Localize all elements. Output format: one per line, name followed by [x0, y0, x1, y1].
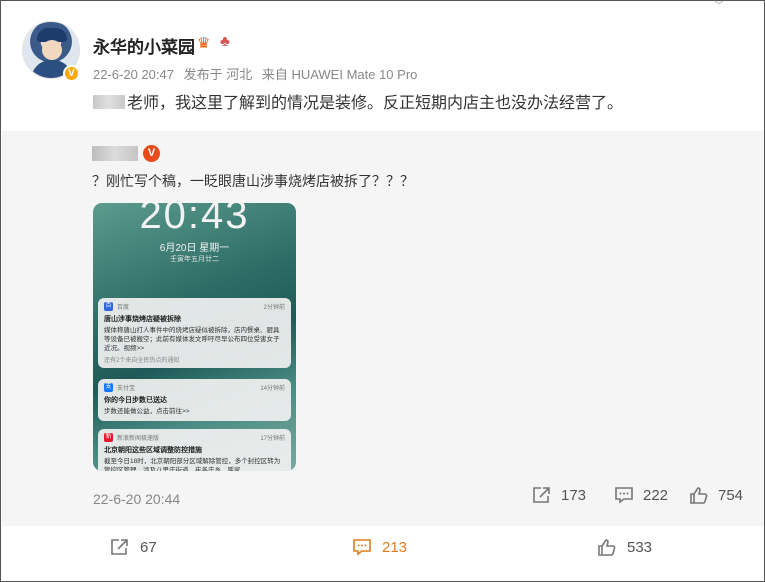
lockscreen-date: 6月20日 星期一	[159, 243, 230, 254]
reposted-content[interactable]: V ？刚忙写个稿，一眨眼唐山涉事烧烤店被拆了？？？ 20:43 6月20日 星期…	[2, 131, 764, 526]
share-count: 173	[561, 486, 587, 504]
post-source: 来自 HUAWEI Mate 10 Pro	[261, 67, 418, 82]
like-count: 754	[718, 486, 744, 504]
repost-verified-icon: V	[143, 145, 160, 162]
repost-timestamp[interactable]: 22-6-20 20:44	[93, 491, 180, 507]
post-meta: 22-6-20 20:47 发布于 河北 来自 HUAWEI Mate 10 P…	[93, 64, 423, 83]
share-count: 67	[140, 538, 157, 556]
lockscreen-image[interactable]: 20:43 6月20日 星期一 壬寅年五月廿二 百 百度 2分钟前 唐山涉事烧烤…	[93, 203, 296, 471]
notification-baidu: 百 百度 2分钟前 唐山涉事烧烤店疑被拆除 媒体称唐山打人事件中的烧烤店疑似被拆…	[98, 298, 291, 368]
like-count: 533	[627, 538, 653, 556]
repost-share-button[interactable]: 173	[532, 486, 586, 504]
thumbs-up-icon	[598, 539, 616, 556]
notification-body: 媒体称唐山打人事件中的烧烤店疑似被拆除，店内餐桌、厨具等设备已被搬空；此前有媒体…	[104, 327, 280, 352]
redacted-name	[93, 95, 125, 109]
lockscreen-time: 20:43	[139, 203, 250, 237]
notification-app: 新浪新闻极速版	[117, 436, 160, 442]
comment-count: 213	[382, 538, 408, 556]
repost-like-button[interactable]: 754	[689, 486, 743, 504]
comment-icon	[353, 539, 371, 556]
post-date[interactable]: 22-6-20 20:47	[93, 67, 174, 82]
post-username[interactable]: 永华的小菜园	[93, 33, 195, 58]
tree-badge-icon[interactable]: ♣	[220, 33, 230, 50]
notification-title: 你的今日步数已送达	[104, 397, 167, 404]
avatar-face	[42, 40, 62, 60]
post-text: 老师，我这里了解到的情况是装修。反正短期内店主也没办法经营了。	[127, 95, 624, 112]
notification-body: 步数还能做公益，点击前往>>	[104, 408, 190, 415]
comment-button[interactable]: 213	[352, 538, 407, 556]
lockscreen-lunar-date: 壬寅年五月廿二	[170, 256, 219, 263]
comment-icon	[615, 487, 633, 504]
weibo-post-card: ﹀ V 永华的小菜园 ♛ ♣ 22-6-20 20:47 发布于 河北 来自 H…	[0, 0, 765, 582]
notification-time: 2分钟前	[263, 305, 285, 311]
notification-app: 百度	[117, 305, 130, 311]
thumbs-up-icon	[690, 487, 708, 504]
post-body: 老师，我这里了解到的情况是装修。反正短期内店主也没办法经营了。	[93, 89, 623, 113]
baidu-app-icon: 百	[104, 302, 113, 311]
notification-title: 北京朝阳这些区域调整防控措施	[104, 447, 202, 454]
notification-more: 还有2个来自全民热点的通知	[104, 358, 180, 364]
crown-badge-icon[interactable]: ♛	[197, 34, 210, 52]
sina-news-app-icon: 新	[104, 433, 113, 442]
repost-comment-button[interactable]: 222	[614, 486, 668, 504]
post-location: 发布于 河北	[183, 67, 253, 82]
comment-count: 222	[643, 486, 669, 504]
notification-body: 截至今日18时，北京朝阳部分区域解除管控，多个封控区转为管控区管理，涉及八里庄街…	[104, 458, 281, 471]
like-button[interactable]: 533	[597, 538, 652, 556]
share-icon	[533, 487, 550, 503]
notification-alipay: 支 支付宝 14分钟前 你的今日步数已送达 步数还能做公益，点击前往>>	[98, 379, 291, 421]
notification-time: 14分钟前	[260, 386, 285, 392]
notification-sina-news: 新 新浪新闻极速版 17分钟前 北京朝阳这些区域调整防控措施 截至今日18时，北…	[98, 429, 291, 471]
notification-time: 17分钟前	[260, 436, 285, 442]
share-icon	[111, 539, 128, 555]
repost-text: ？刚忙写个稿，一眨眼唐山涉事烧烤店被拆了？？？	[92, 173, 414, 189]
notification-title: 唐山涉事烧烤店疑被拆除	[104, 316, 181, 323]
top-edge-mark: ﹀	[714, 1, 724, 12]
repost-author-redacted[interactable]	[92, 146, 138, 161]
verified-badge-icon: V	[63, 65, 80, 82]
notification-app: 支付宝	[117, 386, 136, 392]
alipay-app-icon: 支	[104, 383, 113, 392]
share-button[interactable]: 67	[110, 538, 157, 556]
